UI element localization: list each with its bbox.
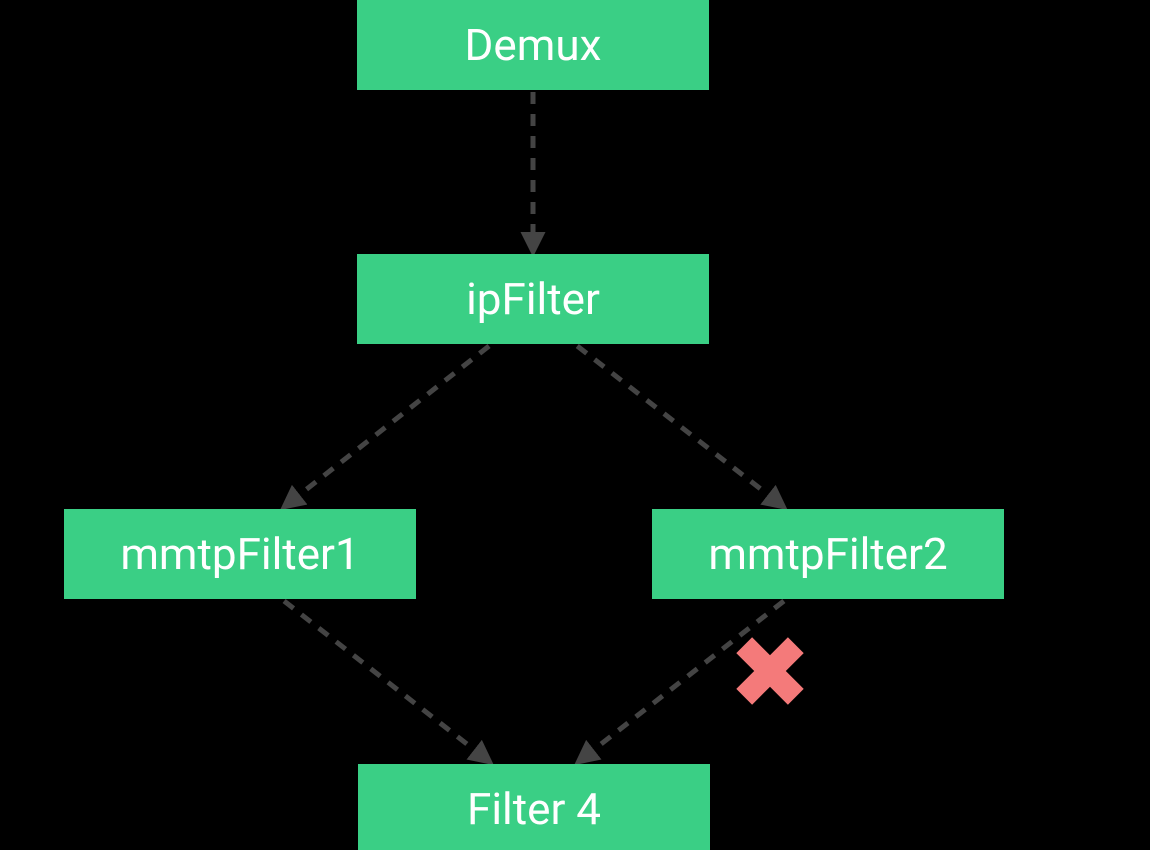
edge-ipFilter-to-mmtpFilter2 [577, 346, 784, 507]
node-label: Demux [465, 19, 602, 71]
node-filter4: Filter 4 [358, 764, 710, 850]
diagram-container: Demux ipFilter mmtpFilter1 mmtpFilter2 F… [0, 0, 1150, 850]
cross-icon [727, 628, 813, 714]
node-label: Filter 4 [467, 783, 601, 835]
node-label: mmtpFilter2 [708, 528, 947, 580]
node-label: ipFilter [466, 273, 600, 325]
edge-mmtpFilter1-to-filter4 [284, 601, 490, 762]
node-mmtpfilter2: mmtpFilter2 [652, 509, 1004, 599]
node-demux: Demux [357, 0, 709, 90]
edge-layer [0, 0, 1150, 850]
edge-ipFilter-to-mmtpFilter1 [284, 346, 489, 507]
node-ipfilter: ipFilter [357, 254, 709, 344]
node-mmtpfilter1: mmtpFilter1 [64, 509, 416, 599]
node-label: mmtpFilter1 [120, 528, 359, 580]
